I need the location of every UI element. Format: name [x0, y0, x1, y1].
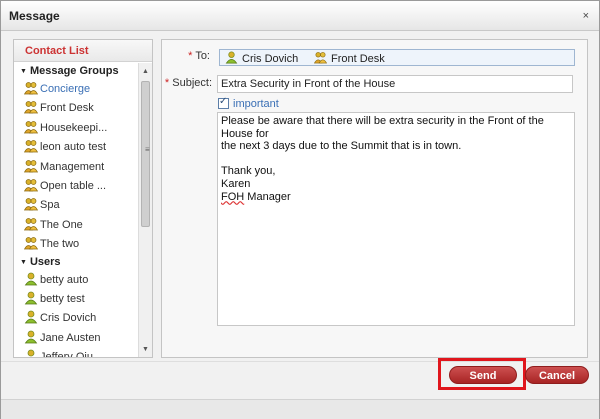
contact-item-label: betty auto [40, 273, 89, 286]
dialog-bottom-bar [1, 399, 599, 419]
compose-panel: * To: Cris Dovich Front Desk * Subject: … [161, 39, 588, 358]
recipient-label: Cris Dovich [242, 53, 299, 65]
contact-list-item[interactable]: The two [14, 234, 138, 253]
tree-section-label: Message Groups [29, 65, 119, 77]
group-icon [314, 52, 327, 64]
body-signature-line: FOH Manager [221, 191, 571, 204]
contact-list-item[interactable]: Management [14, 157, 138, 176]
collapse-arrow-icon[interactable]: ▼ [20, 68, 27, 75]
contact-list-item[interactable]: Front Desk [14, 98, 138, 117]
contact-item-label: The two [40, 238, 80, 251]
to-label-text: To: [195, 50, 210, 62]
contact-list-header: Contact List [14, 40, 152, 62]
contact-item-label: Front Desk [40, 102, 94, 115]
body-signature-rest: Manager [244, 190, 291, 203]
contact-item-label: Concierge [40, 83, 91, 95]
recipient-chip[interactable]: Front Desk [314, 51, 385, 65]
user-icon [24, 272, 38, 286]
spellcheck-word: FOH [221, 190, 245, 203]
scrollbar-thumb[interactable]: ≡ [141, 81, 150, 227]
contact-item-label: Jeffery Qiu [40, 351, 93, 358]
group-icon [23, 100, 39, 114]
scroll-down-icon[interactable]: ▼ [140, 344, 151, 356]
contact-list-item[interactable]: Concierge [14, 79, 138, 98]
dialog-titlebar: Message × [1, 1, 599, 31]
message-dialog: Message × Contact List ▼ Message Groups Co… [0, 0, 600, 419]
message-groups-section[interactable]: ▼ Message Groups [14, 63, 138, 79]
user-icon [24, 349, 38, 357]
dialog-title: Message [9, 9, 60, 23]
contact-item-label: The One [40, 218, 83, 231]
group-icon [23, 178, 39, 192]
required-marker: * [164, 77, 170, 89]
subject-label: * Subject: [164, 77, 212, 89]
group-icon [23, 217, 39, 231]
collapse-arrow-icon[interactable]: ▼ [20, 259, 27, 266]
contact-list-item[interactable]: Housekeepi... [14, 118, 138, 137]
body-line: Please be aware that there will be extra… [221, 115, 547, 140]
group-icon [23, 159, 39, 173]
users-section[interactable]: ▼ Users [14, 254, 138, 270]
user-icon [225, 51, 238, 64]
group-icon [23, 236, 39, 250]
important-label: important [233, 98, 279, 110]
body-line: Karen [221, 177, 251, 190]
cancel-button[interactable]: Cancel [525, 366, 589, 384]
recipient-chip[interactable]: Cris Dovich [225, 51, 298, 65]
scroll-up-icon[interactable]: ▲ [140, 66, 151, 78]
contact-list-item[interactable]: leon auto test [14, 137, 138, 156]
contact-list-item[interactable]: Open table ... [14, 176, 138, 195]
grip-icon: ≡ [145, 145, 150, 154]
group-icon [23, 120, 39, 134]
contact-list-item[interactable]: Jeffery Qiu [14, 347, 138, 358]
contact-tree: ▼ Message Groups Concierge Front Desk Housek… [14, 63, 138, 358]
group-icon [23, 139, 39, 153]
user-icon [24, 291, 38, 305]
subject-input[interactable] [217, 75, 573, 93]
contact-item-label: Cris Dovich [40, 312, 97, 325]
important-checkbox[interactable]: ✓ [218, 96, 229, 109]
send-button[interactable]: Send [449, 366, 517, 384]
contact-list-item[interactable]: Cris Dovich [14, 308, 138, 327]
body-line: Thank you, [221, 165, 276, 178]
group-icon [23, 81, 39, 95]
to-field[interactable]: Cris Dovich Front Desk [219, 49, 575, 66]
contact-item-label: leon auto test [40, 141, 107, 154]
contact-list-item[interactable]: betty auto [14, 270, 138, 289]
recipient-label: Front Desk [331, 53, 385, 65]
to-label: * To: [182, 50, 210, 62]
important-checkbox-row[interactable]: ✓ important [218, 96, 279, 112]
contact-item-label: betty test [40, 292, 85, 305]
contact-list-item[interactable]: Spa [14, 195, 138, 214]
group-icon [23, 197, 39, 211]
contact-list-item[interactable]: betty test [14, 289, 138, 308]
contact-list-item[interactable]: The One [14, 215, 138, 234]
contact-item-label: Housekeepi... [40, 121, 108, 134]
contact-item-label: Spa [40, 199, 60, 212]
required-marker: * [188, 50, 193, 62]
contact-list-panel: Contact List ▼ Message Groups Concierge Fro… [13, 39, 153, 358]
user-icon [24, 310, 38, 324]
subject-label-text: Subject: [172, 77, 212, 89]
tree-section-label: Users [29, 255, 61, 268]
user-icon [24, 330, 38, 344]
message-body-textarea[interactable]: Please be aware that there will be extra… [217, 112, 575, 326]
contact-item-label: Management [40, 160, 105, 173]
body-blank-line [221, 153, 571, 166]
checkmark-icon: ✓ [219, 96, 228, 107]
contact-list-scrollbar[interactable]: ▲ ≡ ▼ [138, 63, 152, 357]
close-icon[interactable]: × [583, 10, 589, 22]
body-line: the next 3 days due to the Summit that i… [221, 140, 462, 153]
contact-list-item[interactable]: Jane Austen [14, 328, 138, 347]
contact-item-label: Jane Austen [40, 331, 101, 344]
contact-item-label: Open table ... [40, 179, 107, 192]
